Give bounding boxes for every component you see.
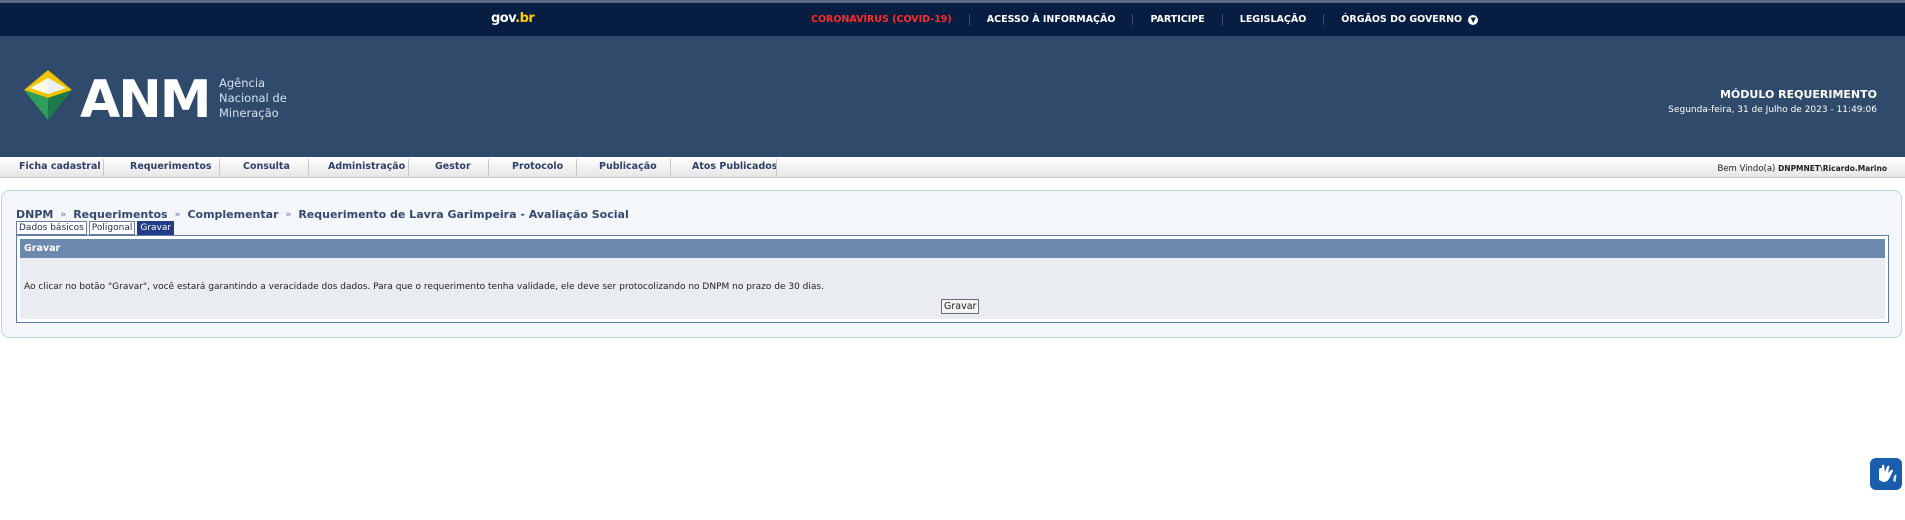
nav-divider (488, 159, 489, 176)
anm-logo-text: ANM (80, 70, 212, 130)
gov-link-orgaos-governo[interactable]: ÓRGÃOS DO GOVERNO ▼ (1323, 14, 1495, 25)
tab-dados-basicos[interactable]: Dados básicos (16, 221, 87, 235)
nav-divider (576, 159, 577, 176)
welcome-message: Bem Vindo(a) DNPMNET\Ricardo.Marino (1718, 164, 1888, 174)
sign-language-hands-icon (1879, 464, 1897, 482)
nav-divider (103, 159, 104, 176)
breadcrumb-current-page: Requerimento de Lavra Garimpeira - Avali… (298, 208, 629, 221)
tab-gravar[interactable]: Gravar (137, 221, 175, 235)
site-header: ANM Agência Nacional de Mineração MÓDULO… (0, 36, 1905, 157)
gov-link-orgaos-label: ÓRGÃOS DO GOVERNO (1341, 14, 1463, 25)
breadcrumb-complementar[interactable]: Complementar (187, 208, 278, 221)
nav-divider (408, 159, 409, 176)
anm-logo-subtitle: Agência Nacional de Mineração (219, 76, 287, 121)
form-tabs: Dados básicos Poligonal Gravar (16, 221, 175, 235)
gravar-form: Gravar Ao clicar no botão "Gravar", você… (16, 235, 1889, 323)
gravar-button[interactable]: Gravar (941, 299, 980, 314)
breadcrumb-dnpm[interactable]: DNPM (16, 208, 53, 221)
govbr-logo[interactable]: gov.br (491, 11, 535, 26)
gov-link-covid[interactable]: CORONAVÍRUS (COVID-19) (811, 14, 969, 25)
accessibility-widget[interactable] (1870, 458, 1902, 490)
govbr-logo-text: gov (491, 11, 516, 26)
current-datetime: Segunda-feira, 31 de Julho de 2023 - 11:… (1668, 105, 1877, 115)
nav-requerimentos[interactable]: Requerimentos (130, 161, 212, 172)
main-panel: DNPM » Requerimentos » Complementar » Re… (1, 190, 1902, 338)
govbr-logo-suffix: .br (515, 11, 535, 26)
nav-protocolo[interactable]: Protocolo (512, 161, 563, 172)
nav-consulta[interactable]: Consulta (243, 161, 290, 172)
module-title: MÓDULO REQUERIMENTO (1719, 88, 1877, 101)
gov-link-legislacao[interactable]: LEGISLAÇÃO (1221, 14, 1324, 25)
anm-logo-icon[interactable] (22, 68, 74, 122)
main-nav: Ficha cadastral Requerimentos Consulta A… (0, 157, 1905, 178)
breadcrumb-requerimentos[interactable]: Requerimentos (73, 208, 167, 221)
nav-divider (776, 159, 777, 176)
tab-poligonal[interactable]: Poligonal (88, 221, 136, 235)
nav-divider (219, 159, 220, 176)
nav-atos-publicados[interactable]: Atos Publicados (692, 161, 777, 172)
gravar-form-body: Gravar Ao clicar no botão "Gravar", você… (20, 239, 1885, 319)
nav-ficha-cadastral[interactable]: Ficha cadastral (19, 161, 101, 172)
logo-sub-line-1: Agência (219, 76, 266, 90)
gov-top-bar: gov.br CORONAVÍRUS (COVID-19) ACESSO À I… (0, 0, 1905, 36)
breadcrumb-separator: » (285, 209, 292, 220)
logo-sub-line-2: Nacional de (219, 91, 287, 105)
welcome-user: DNPMNET\Ricardo.Marino (1778, 164, 1887, 173)
breadcrumb-separator: » (174, 209, 181, 220)
welcome-label: Bem Vindo(a) (1717, 164, 1776, 174)
gov-link-participe[interactable]: PARTICIPE (1132, 14, 1221, 25)
breadcrumb: DNPM » Requerimentos » Complementar » Re… (16, 208, 629, 221)
gov-links: CORONAVÍRUS (COVID-19) ACESSO À INFORMAÇ… (811, 14, 1495, 25)
form-section-title: Gravar (20, 239, 1885, 258)
chevron-down-icon[interactable]: ▼ (1468, 14, 1479, 25)
gov-link-acesso-informacao[interactable]: ACESSO À INFORMAÇÃO (968, 14, 1133, 25)
nav-divider (670, 159, 671, 176)
nav-gestor[interactable]: Gestor (435, 161, 471, 172)
nav-divider (308, 159, 309, 176)
logo-sub-line-3: Mineração (219, 106, 279, 120)
nav-publicacao[interactable]: Publicação (599, 161, 657, 172)
form-message: Ao clicar no botão "Gravar", você estará… (24, 282, 824, 292)
breadcrumb-separator: » (60, 209, 67, 220)
nav-administracao[interactable]: Administração (328, 161, 405, 172)
